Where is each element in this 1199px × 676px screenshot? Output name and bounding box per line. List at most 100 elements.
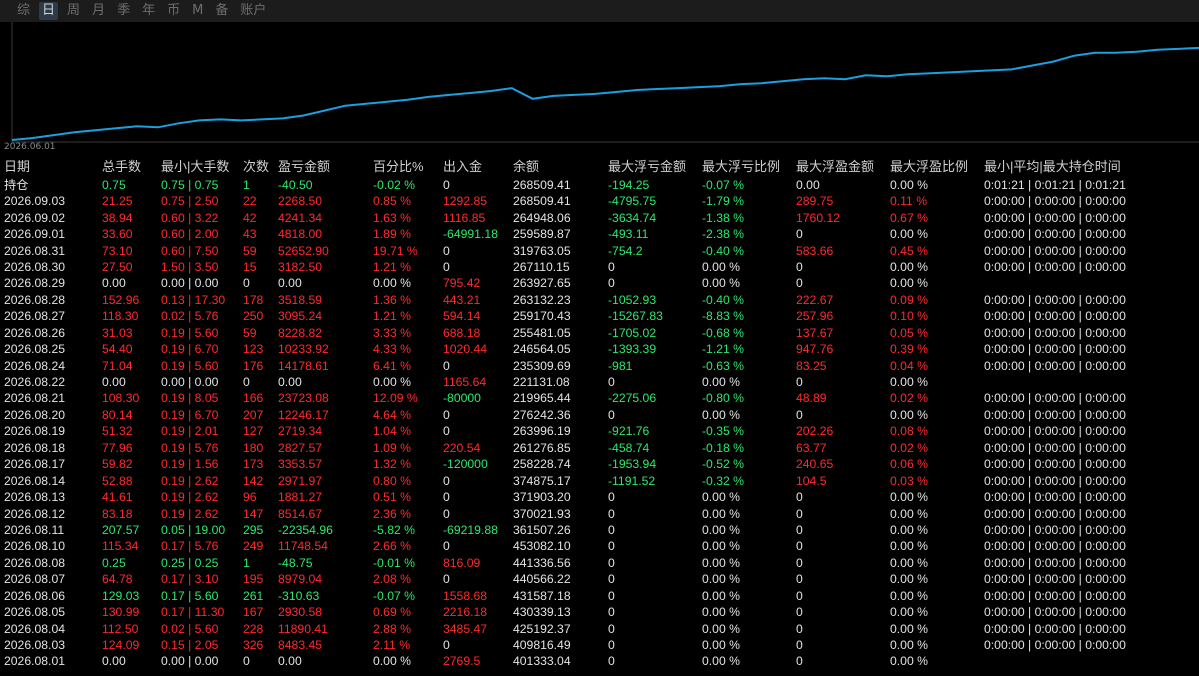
table-cell: -1.79 % [702,194,745,209]
table-cell: 23723.08 [278,391,329,406]
table-row[interactable]: 2026.08.14 52.88 0.19 | 2.62 142 2971.97 0.80… [0,472,1134,488]
table-cell: 0:00:00 | 0:00:00 | 0:00:00 [984,325,1126,340]
table-row[interactable]: 2026.08.10 115.34 0.17 | 5.76 249 11748.54 2.… [0,538,1134,554]
table-row[interactable]: 2026.08.06 129.03 0.17 | 5.60 261 -310.63 -0.… [0,588,1134,604]
header-cell[interactable]: 次数 [243,158,278,176]
header-cell[interactable]: 百分比% [373,158,443,176]
table-cell: 2.08 % [373,572,411,587]
table-cell: 3182.50 [278,259,323,274]
table-row[interactable]: 2026.08.07 64.78 0.17 | 3.10 195 8979.04 2.08… [0,571,1134,587]
table-cell: 43 [243,227,257,242]
table-cell: 0 [796,375,803,390]
table-cell: 2026.08.01 [4,654,65,669]
table-cell: 207.57 [102,522,140,537]
holding-row[interactable]: 持仓 0.75 0.75 | 0.75 1 -40.50 -0.02 % 0 268509.4… [0,176,1134,193]
tab-7[interactable]: M [189,2,206,20]
header-cell[interactable]: 最大浮盈金额 [796,158,890,176]
tab-8[interactable]: 备 [212,2,231,20]
table-row[interactable]: 2026.09.03 21.25 0.75 | 2.50 22 2268.50 0.85 … [0,193,1134,209]
table-cell: 261276.85 [513,440,571,455]
tab-6[interactable]: 币 [164,2,183,20]
header-cell[interactable]: 日期 [0,158,102,176]
table-cell: 96 [243,490,257,505]
table-row[interactable]: 2026.08.01 0.00 0.00 | 0.00 0 0.00 0.00 % 2769… [0,653,1134,669]
table-row[interactable]: 2026.08.08 0.25 0.25 | 0.25 1 -48.75 -0.01 % 8… [0,555,1134,571]
table-cell: 0:00:00 | 0:00:00 | 0:00:00 [984,572,1126,587]
table-cell: 0.10 % [890,309,928,324]
tab-0[interactable]: 综 [14,2,33,20]
table-cell: -1.38 % [702,210,745,225]
table-row[interactable]: 2026.09.01 33.60 0.60 | 2.00 43 4818.00 1.89 … [0,226,1134,242]
header-cell[interactable]: 余额 [513,158,608,176]
header-cell[interactable]: 最大浮亏比例 [702,158,796,176]
table-cell: 83.18 [102,506,133,521]
table-cell: 31.03 [102,325,133,340]
table-row[interactable]: 2026.08.19 51.32 0.19 | 2.01 127 2719.34 1.04… [0,423,1134,439]
table-cell: 0.25 [102,555,126,570]
table-row[interactable]: 2026.08.28 152.96 0.13 | 17.30 178 3518.59 1.… [0,292,1134,308]
table-cell: 430339.13 [513,605,571,620]
table-row[interactable]: 2026.08.17 59.82 0.19 | 1.56 173 3353.57 1.32… [0,456,1134,472]
header-cell[interactable]: 出入金 [443,158,513,176]
table-cell: 0.25 | 0.25 [161,555,219,570]
header-cell[interactable]: 最大浮亏金额 [608,158,702,176]
table-row[interactable]: 2026.08.21 108.30 0.19 | 8.05 166 23723.08 12… [0,390,1134,406]
table-row[interactable]: 2026.08.27 118.30 0.02 | 5.76 250 3095.24 1.2… [0,308,1134,324]
header-cell[interactable]: 最小|平均|最大持仓时间 [984,158,1134,176]
table-row[interactable]: 2026.08.25 54.40 0.19 | 6.70 123 10233.92 4.3… [0,341,1134,357]
table-cell: 0.69 % [373,605,411,620]
table-cell: 0 [443,358,450,373]
table-cell: 2026.08.28 [4,292,65,307]
table-cell: 1.89 % [373,227,411,242]
table-row[interactable]: 2026.08.11 207.57 0.05 | 19.00 295 -22354.96… [0,522,1134,538]
table-cell: 8979.04 [278,572,323,587]
table-row[interactable]: 2026.08.12 83.18 0.19 | 2.62 147 8514.67 2.36… [0,505,1134,521]
tab-3[interactable]: 月 [89,2,108,20]
table-row[interactable]: 2026.08.24 71.04 0.19 | 5.60 176 14178.61 6.4… [0,357,1134,373]
table-cell: 0.00 % [890,588,928,603]
table-row[interactable]: 2026.08.05 130.99 0.17 | 11.30 167 2930.58 0.… [0,604,1134,620]
table-row[interactable]: 2026.08.31 73.10 0.60 | 7.50 59 52652.90 19.7… [0,242,1134,258]
table-cell: 0:01:21 | 0:01:21 | 0:01:21 [984,177,1126,192]
table-row[interactable]: 2026.08.30 27.50 1.50 | 3.50 15 3182.50 1.21 … [0,259,1134,275]
header-cell[interactable]: 最大浮盈比例 [890,158,984,176]
table-cell: 2.11 % [373,638,411,653]
tab-2[interactable]: 周 [64,2,83,20]
table-cell: 83.25 [796,358,827,373]
table-row[interactable]: 2026.08.22 0.00 0.00 | 0.00 0 0.00 0.00 % 1165… [0,374,1134,390]
header-cell[interactable]: 最小|大手数 [161,158,243,176]
table-cell: 71.04 [102,358,133,373]
tab-4[interactable]: 季 [114,2,133,20]
tab-9[interactable]: 账户 [237,2,269,20]
table-cell: 2026.08.27 [4,309,65,324]
table-row[interactable]: 2026.08.04 112.50 0.02 | 5.60 228 11890.41 2.… [0,620,1134,636]
table-cell: 255481.05 [513,325,571,340]
header-cell[interactable]: 总手数 [102,158,161,176]
table-cell: 12246.17 [278,407,329,422]
table-row[interactable]: 2026.09.02 38.94 0.60 | 3.22 42 4241.34 1.63 … [0,209,1134,225]
table-cell: 14178.61 [278,358,329,373]
header-cell[interactable]: 盈亏金额 [278,158,373,176]
table-cell: 0.00 % [373,276,411,291]
table-cell: 371903.20 [513,490,571,505]
table-cell: 0 [796,227,803,242]
table-row[interactable]: 2026.08.20 80.14 0.19 | 6.70 207 12246.17 4.6… [0,407,1134,423]
table-cell: 0:00:00 | 0:00:00 | 0:00:00 [984,490,1126,505]
table-cell: 33.60 [102,227,133,242]
table-cell: -40.50 [278,177,313,192]
table-cell: 54.40 [102,342,133,357]
table-cell: 0.00 % [702,555,740,570]
table-cell: 268509.41 [513,194,571,209]
table-row[interactable]: 2026.08.29 0.00 0.00 | 0.00 0 0.00 0.00 % 795.… [0,275,1134,291]
table-cell: 0.51 % [373,490,411,505]
table-row[interactable]: 2026.08.26 31.03 0.19 | 5.60 59 8228.82 3.33 … [0,325,1134,341]
table-row[interactable]: 2026.08.18 77.96 0.19 | 5.76 180 2827.57 1.09… [0,440,1134,456]
tab-1[interactable]: 日 [39,2,59,20]
tab-5[interactable]: 年 [139,2,158,20]
table-cell: 2026.08.13 [4,490,65,505]
table-cell: 0.00 % [890,506,928,521]
table-row[interactable]: 2026.08.13 41.61 0.19 | 2.62 96 1881.27 0.51 … [0,489,1134,505]
table-cell: 2026.08.26 [4,325,65,340]
table-cell: 0 [796,572,803,587]
table-row[interactable]: 2026.08.03 124.09 0.15 | 2.05 326 8483.45 2.1… [0,637,1134,653]
